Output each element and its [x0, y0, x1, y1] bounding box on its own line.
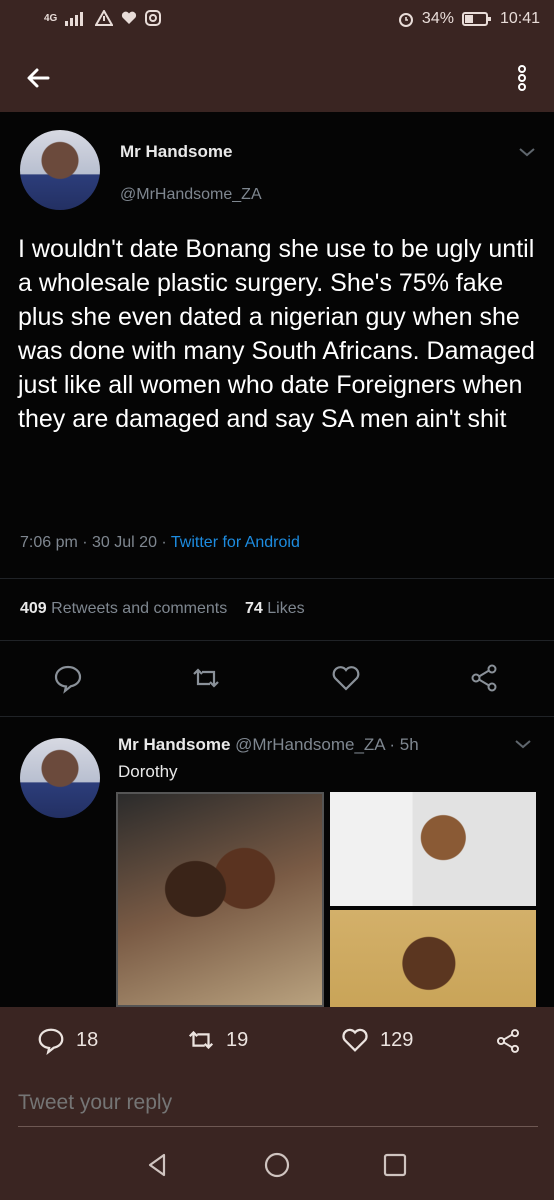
author-name[interactable]: Mr Handsome: [120, 142, 232, 162]
divider: [0, 578, 554, 579]
chevron-down-icon[interactable]: [518, 146, 536, 158]
tweet-meta: 7:06 pm · 30 Jul 20 · Twitter for Androi…: [20, 534, 300, 551]
reply-image[interactable]: [116, 792, 324, 1007]
replies-count: 18: [76, 1028, 99, 1051]
reply-author-name[interactable]: Mr Handsome: [118, 735, 230, 754]
avatar[interactable]: [20, 130, 100, 210]
like-count: 129: [380, 1028, 414, 1051]
likes-count[interactable]: 74: [245, 600, 263, 617]
status-right: 34% 10:41: [398, 10, 540, 28]
back-arrow-icon[interactable]: [22, 62, 54, 94]
retweet-action[interactable]: 19: [186, 1025, 248, 1055]
instagram-icon: [145, 10, 162, 26]
share-icon[interactable]: [494, 1027, 522, 1055]
tweet-stats: 409 Retweets and comments 74 Likes: [20, 600, 305, 618]
warning-icon: [95, 10, 114, 26]
heart-icon[interactable]: [330, 662, 362, 694]
reply-avatar[interactable]: [20, 738, 100, 818]
reply-image[interactable]: [330, 910, 536, 1007]
more-vertical-icon[interactable]: [512, 62, 532, 94]
divider: [0, 640, 554, 641]
retweets-label[interactable]: Retweets and comments: [51, 600, 227, 617]
clock: 10:41: [499, 10, 540, 27]
reply-age: · 5h: [389, 735, 419, 754]
status-left: 4G: [44, 10, 162, 26]
like-action[interactable]: 129: [340, 1025, 413, 1055]
status-bar: 4G 34% 10:41: [0, 0, 554, 44]
reply-composer: [0, 1085, 554, 1127]
comment-icon[interactable]: [52, 662, 84, 694]
battery-icon: [461, 12, 491, 26]
heart-icon: [342, 1028, 368, 1052]
network-label: 4G: [44, 12, 58, 24]
replies-action[interactable]: 18: [36, 1025, 98, 1055]
comment-icon: [38, 1028, 64, 1055]
reply-author-handle[interactable]: @MrHandsome_ZA: [235, 735, 385, 754]
tweet-actions: [0, 662, 554, 702]
reply-header: Mr Handsome @MrHandsome_ZA · 5h: [118, 735, 419, 755]
tweet-source-link[interactable]: Twitter for Android: [171, 534, 300, 551]
system-nav-bar: [0, 1127, 554, 1200]
likes-label[interactable]: Likes: [267, 600, 304, 617]
tweet-date: 30 Jul 20: [92, 534, 157, 551]
share-icon[interactable]: [468, 662, 500, 694]
reply-text: Dorothy: [118, 762, 178, 781]
heart-status-icon: [122, 11, 137, 24]
alarm-icon: [398, 13, 413, 27]
nav-home-icon[interactable]: [263, 1151, 291, 1179]
viewer-action-bar: 18 19 129: [0, 1007, 554, 1085]
nav-recents-icon[interactable]: [381, 1151, 409, 1179]
chevron-down-icon[interactable]: [514, 738, 532, 750]
reply-image-grid: [116, 792, 538, 1007]
author-handle[interactable]: @MrHandsome_ZA: [120, 186, 262, 204]
retweet-icon: [188, 1030, 214, 1050]
battery-percent: 34%: [421, 10, 454, 27]
reply-image[interactable]: [330, 792, 536, 906]
reply-input[interactable]: [18, 1091, 498, 1115]
app-bar: [0, 44, 554, 112]
retweet-count: 19: [226, 1028, 249, 1051]
divider: [0, 716, 554, 717]
tweet-text: I wouldn't date Bonang she use to be ugl…: [18, 235, 535, 433]
tweet-time: 7:06 pm: [20, 534, 78, 551]
retweets-count[interactable]: 409: [20, 600, 47, 617]
signal-icon: [65, 12, 84, 26]
retweet-icon[interactable]: [190, 662, 222, 694]
nav-back-icon[interactable]: [144, 1151, 172, 1179]
